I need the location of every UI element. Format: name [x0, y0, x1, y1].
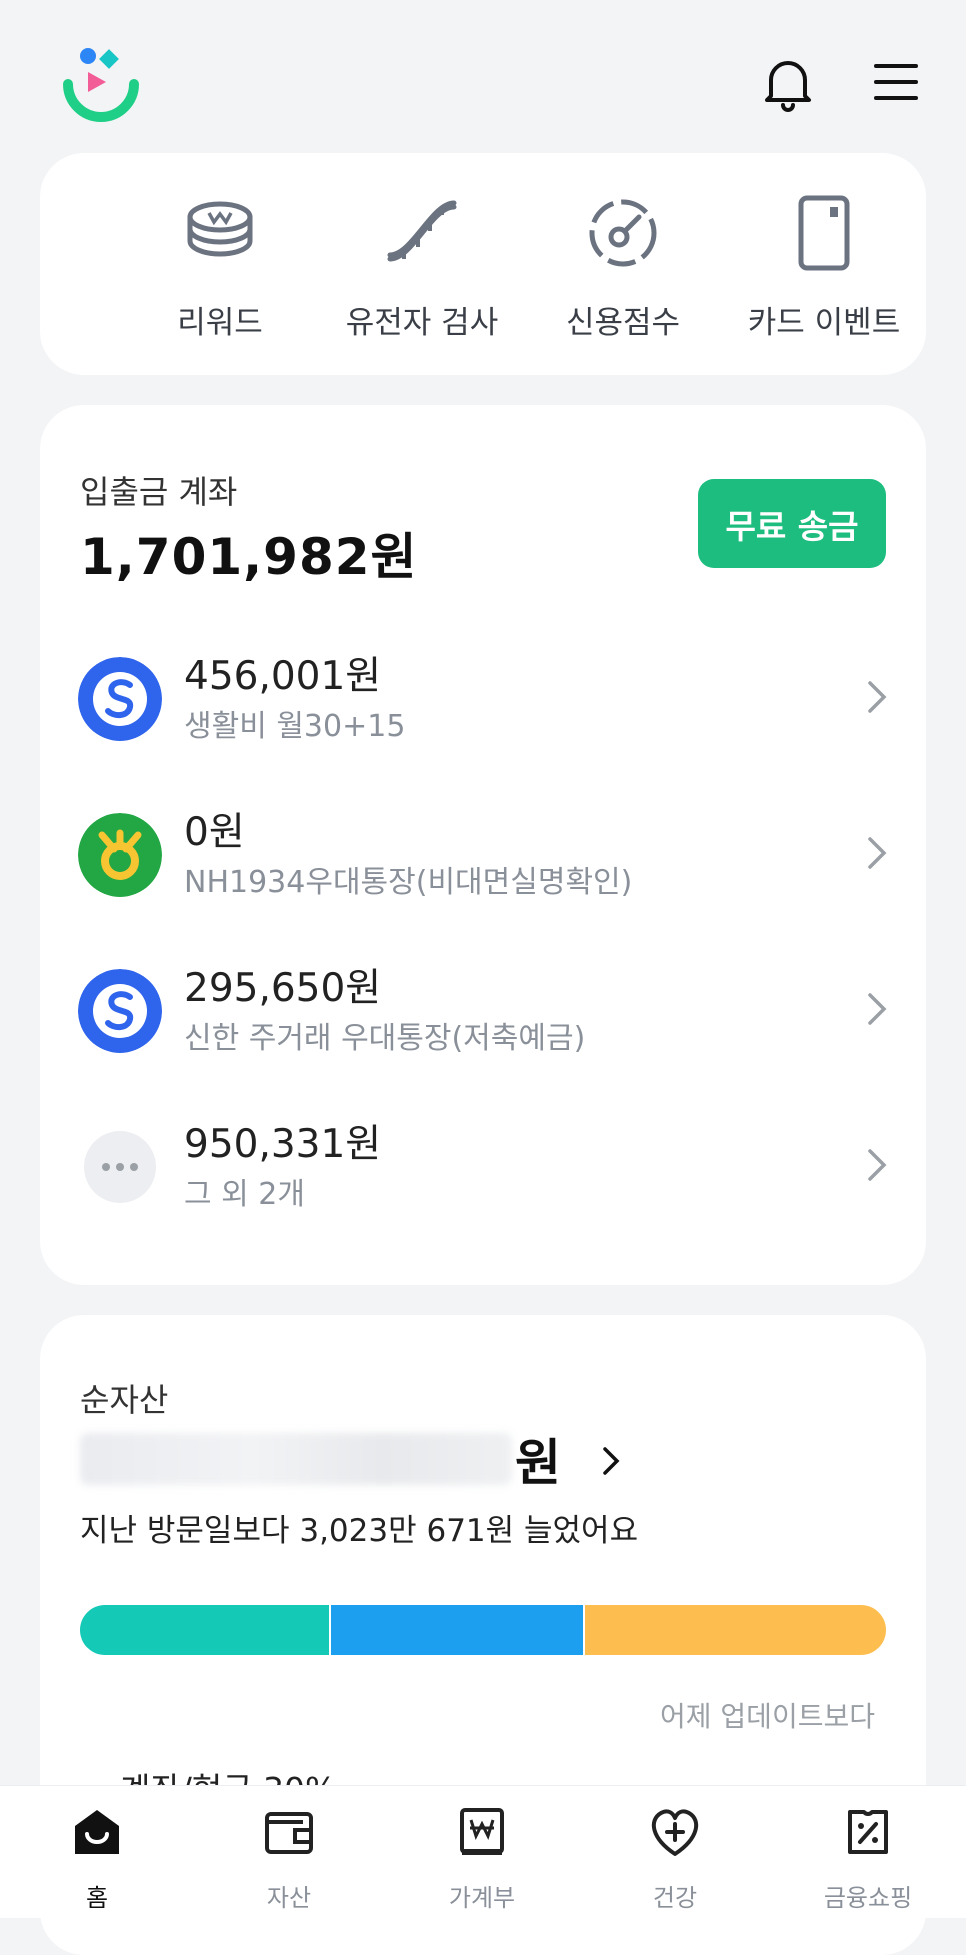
quick-item-credit-score[interactable]: 신용점수 [523, 193, 723, 342]
heart-plus-icon [651, 1809, 699, 1856]
coupon-icon [848, 1810, 888, 1854]
asset-bar-segment [330, 1605, 586, 1655]
accounts-title: 입출금 계좌 [80, 473, 238, 511]
tab-health[interactable]: 건강 [595, 1804, 755, 1913]
tab-label: 자산 [266, 1884, 312, 1912]
tab-assets[interactable]: 자산 [209, 1804, 369, 1913]
card-icon [798, 195, 850, 271]
net-worth-amount[interactable]: 원 [80, 1419, 680, 1492]
quick-item-card-event[interactable]: 카드 이벤트 [724, 193, 924, 342]
asset-bar-segment [80, 1605, 331, 1655]
quick-item-label: 유전자 검사 [345, 305, 499, 341]
update-comparison-label: 어제 업데이트보다 [660, 1700, 875, 1733]
quick-item-rewards[interactable]: 리워드 [120, 193, 320, 342]
menu-icon[interactable] [872, 58, 920, 106]
free-transfer-button[interactable]: 무료 송금 [698, 479, 886, 568]
chevron-right-icon [868, 993, 887, 1025]
accounts-total[interactable]: 1,701,982원 [80, 517, 418, 589]
net-worth-change: 지난 방문일보다 3,023만 671원 늘었어요 [80, 1513, 639, 1549]
tab-label: 금융쇼핑 [823, 1884, 913, 1912]
account-name: 생활비 월30+15 [184, 709, 406, 744]
coins-icon [187, 201, 253, 257]
nh-bank-icon [78, 813, 162, 897]
chevron-right-icon [603, 1447, 620, 1475]
quick-item-label: 카드 이벤트 [747, 305, 901, 341]
wallet-icon [265, 1812, 313, 1854]
tab-ledger[interactable]: 가계부 [402, 1804, 562, 1913]
quick-item-label: 신용점수 [565, 305, 681, 341]
net-worth-hidden-value [80, 1433, 512, 1485]
tab-label: 건강 [652, 1884, 698, 1912]
shinhan-bank-icon [78, 969, 162, 1053]
tab-home[interactable]: 홈 [17, 1804, 177, 1913]
quick-item-gene-test[interactable]: 유전자 검사 [322, 193, 522, 342]
home-icon [75, 1810, 119, 1854]
bottom-tab-bar: 홈 자산 가계부 건강 금융쇼핑 [0, 1785, 966, 1918]
chevron-right-icon [868, 681, 887, 713]
app-logo-icon[interactable] [62, 44, 140, 122]
asset-distribution-bar [80, 1605, 886, 1655]
account-balance: 950,331원 [184, 1122, 382, 1167]
account-name: NH1934우대통장(비대면실명확인) [184, 865, 633, 900]
shinhan-bank-icon [78, 657, 162, 741]
account-name: 신한 주거래 우대통장(저축예금) [184, 1021, 586, 1056]
ledger-icon [460, 1808, 504, 1855]
account-row[interactable]: 295,650원 신한 주거래 우대통장(저축예금) [40, 951, 926, 1071]
accounts-card: 입출금 계좌 1,701,982원 무료 송금 456,001원 생활비 월30… [40, 405, 926, 1285]
more-accounts-icon [84, 1131, 156, 1203]
tab-financial-shopping[interactable]: 금융쇼핑 [788, 1804, 948, 1913]
account-name: 그 외 2개 [184, 1177, 305, 1212]
asset-bar-segment [585, 1605, 886, 1655]
chevron-right-icon [868, 837, 887, 869]
net-worth-title: 순자산 [80, 1381, 169, 1419]
tab-label: 홈 [85, 1884, 109, 1912]
account-row[interactable]: 950,331원 그 외 2개 [40, 1107, 926, 1227]
net-worth-unit: 원 [515, 1434, 561, 1492]
dna-icon [387, 200, 457, 262]
account-balance: 456,001원 [184, 654, 382, 699]
app-header [0, 0, 966, 150]
gauge-icon [589, 199, 657, 267]
tab-label: 가계부 [448, 1884, 516, 1912]
quick-item-label: 리워드 [177, 305, 263, 341]
account-balance: 295,650원 [184, 966, 382, 1011]
account-balance: 0원 [184, 810, 245, 855]
quick-menu-card: 리워드 유전자 검사 신용점수 카드 이벤트 [40, 153, 926, 375]
chevron-right-icon [868, 1149, 887, 1181]
account-row[interactable]: 456,001원 생활비 월30+15 [40, 639, 926, 759]
notification-bell-icon[interactable] [757, 52, 819, 114]
account-row[interactable]: 0원 NH1934우대통장(비대면실명확인) [40, 795, 926, 915]
